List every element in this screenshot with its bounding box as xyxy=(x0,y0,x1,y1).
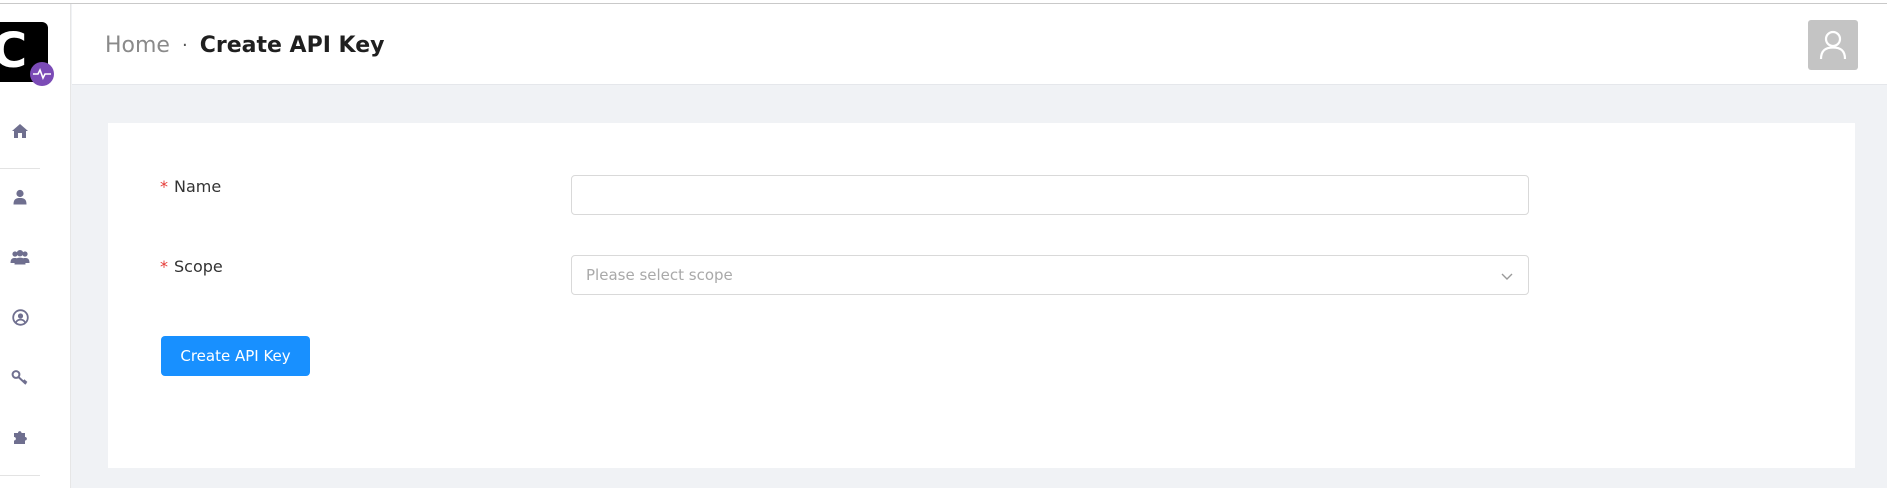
required-marker: * xyxy=(160,257,168,276)
breadcrumb-separator: · xyxy=(181,35,188,56)
sidebar-item-user[interactable] xyxy=(9,186,31,208)
app-logo[interactable]: C xyxy=(0,22,54,86)
scope-select[interactable]: Please select scope xyxy=(571,255,1529,295)
sidebar-item-users[interactable] xyxy=(9,246,31,268)
sidebar-item-home[interactable] xyxy=(9,120,31,142)
sidebar: C xyxy=(0,4,71,488)
logo-text: C xyxy=(0,23,27,79)
home-icon xyxy=(12,124,28,138)
create-api-key-button[interactable]: Create API Key xyxy=(161,336,310,376)
sidebar-divider xyxy=(0,475,40,476)
name-field-label: * Name xyxy=(160,177,221,196)
user-icon xyxy=(13,189,27,205)
name-label-text: Name xyxy=(174,177,222,196)
name-input[interactable] xyxy=(571,175,1529,215)
sidebar-divider xyxy=(0,168,40,169)
scope-field-label: * Scope xyxy=(160,257,223,276)
avatar-user-icon xyxy=(1819,30,1847,60)
create-api-key-form: * Name * Scope Please select scope Create … xyxy=(108,123,1855,468)
pulse-icon xyxy=(30,62,54,86)
scope-label-text: Scope xyxy=(174,257,223,276)
scope-select-placeholder: Please select scope xyxy=(586,266,733,284)
sidebar-item-account[interactable] xyxy=(9,306,31,328)
page-title: Create API Key xyxy=(199,33,385,58)
top-header: Home · Create API Key xyxy=(72,4,1887,85)
key-icon xyxy=(11,370,28,385)
account-circle-icon xyxy=(11,308,29,326)
puzzle-icon xyxy=(13,430,27,444)
chevron-down-icon xyxy=(1500,268,1514,287)
sidebar-item-keys[interactable] xyxy=(9,366,31,388)
users-icon xyxy=(10,250,30,265)
breadcrumb: Home · Create API Key xyxy=(105,31,384,61)
sidebar-item-plugins[interactable] xyxy=(9,426,31,448)
required-marker: * xyxy=(160,177,168,196)
breadcrumb-home-link[interactable]: Home xyxy=(105,31,170,61)
user-avatar-button[interactable] xyxy=(1808,20,1858,70)
